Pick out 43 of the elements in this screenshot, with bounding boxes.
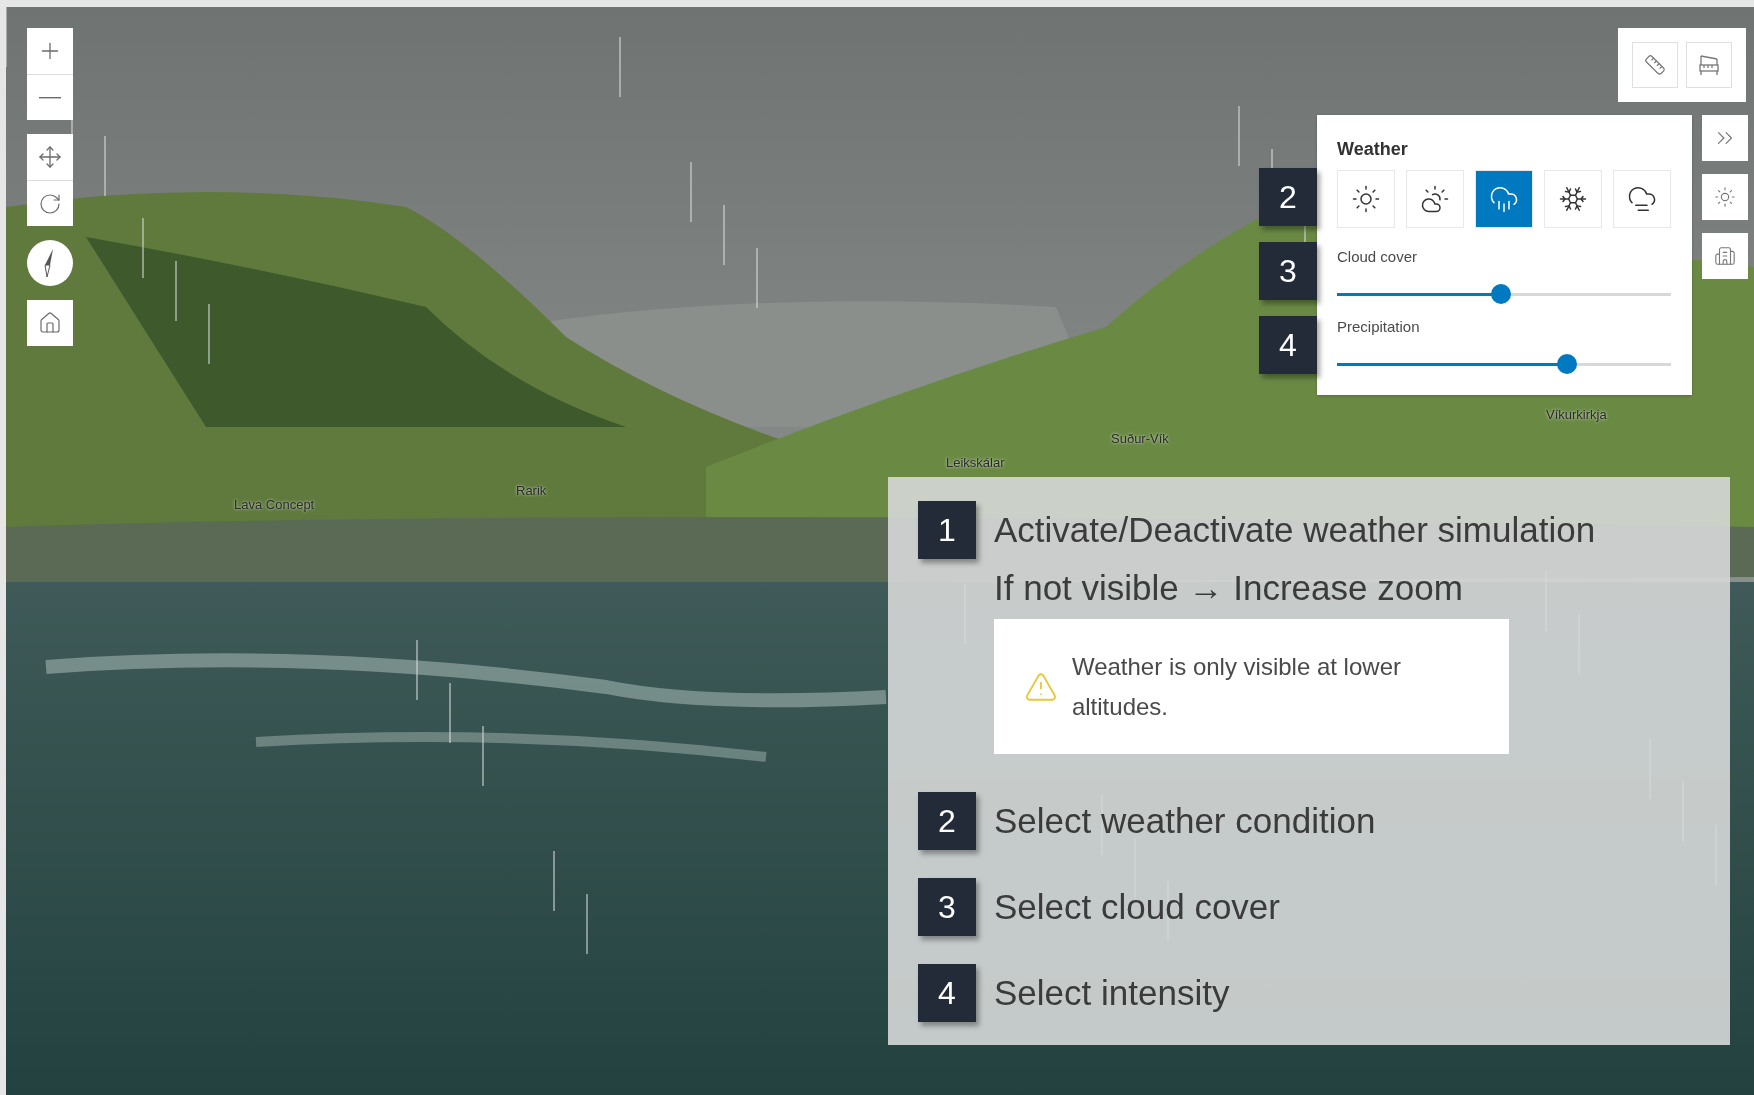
map-label: Rarik (516, 483, 547, 498)
map-label: Leikskálar (946, 455, 1005, 470)
slider-thumb[interactable] (1557, 354, 1578, 374)
area-measure-button[interactable] (1686, 42, 1732, 88)
move-arrows-icon (38, 145, 62, 169)
sun-cloud-icon (1420, 184, 1450, 214)
building-icon (1714, 245, 1736, 267)
ruler-icon (1644, 54, 1666, 76)
weather-condition-button[interactable] (1613, 170, 1671, 228)
step-number-badge: 2 (918, 792, 976, 850)
rain-cloud-icon (1489, 184, 1519, 214)
distance-measure-button[interactable] (1632, 42, 1678, 88)
instruction-note: If not visible → Increase zoom (994, 567, 1463, 609)
sun-icon (1351, 184, 1381, 214)
step-number-badge: 4 (1259, 316, 1317, 374)
fog-cloud-icon (1627, 184, 1657, 214)
slider-label: Precipitation (1337, 318, 1420, 335)
map-label: Lava Concept (234, 497, 315, 512)
instruction-text: Select intensity (994, 972, 1230, 1014)
daylight-button[interactable] (1702, 174, 1748, 220)
sun-icon (1714, 186, 1736, 208)
instruction-text: Activate/Deactivate weather simulation (994, 509, 1596, 551)
map-label: Víkurkirkja (1546, 407, 1607, 422)
home-icon (38, 311, 62, 335)
step-number-badge: 3 (918, 878, 976, 936)
snowflake-icon (1558, 184, 1588, 214)
slider-label: Cloud cover (1337, 248, 1418, 265)
slider-thumb[interactable] (1490, 284, 1511, 304)
instruction-text: Select weather condition (994, 800, 1376, 842)
map-label: Suður-Vík (1111, 431, 1169, 446)
step-number-badge: 4 (918, 964, 976, 1022)
minus-icon (39, 96, 61, 99)
panel-title: Weather (1337, 139, 1408, 160)
rotate-icon (38, 191, 62, 216)
weather-condition-button[interactable] (1406, 170, 1464, 228)
instruction-text: Select cloud cover (994, 886, 1280, 928)
step-number-badge: 1 (918, 501, 976, 559)
warning-text: Weather is only visible at lower altitudes. (1071, 651, 1402, 722)
area-ruler-icon (1698, 53, 1720, 77)
step-number-badge: 2 (1259, 168, 1317, 226)
building-tool-button[interactable] (1702, 233, 1748, 279)
weather-condition-button[interactable] (1544, 170, 1602, 228)
step-number-badge: 3 (1259, 242, 1317, 300)
